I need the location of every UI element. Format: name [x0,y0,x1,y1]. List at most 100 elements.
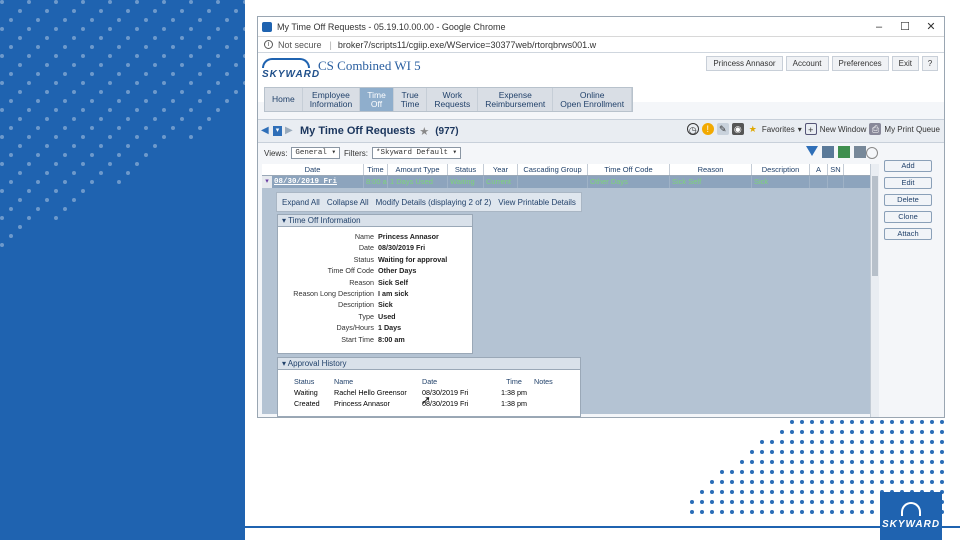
grid-column-header[interactable]: Amount Type [388,164,448,175]
decorative-dot [940,420,944,424]
decorative-dot [27,216,31,220]
favorite-star-icon[interactable]: ★ [419,125,429,138]
decorative-dot [870,440,874,444]
maximize-icon[interactable]: ☐ [892,20,918,33]
decorative-dot [36,126,40,130]
decorative-dot [750,500,754,504]
decorative-dot [720,510,724,514]
approval-history-header[interactable]: ▾ Approval History [278,358,580,370]
modify-details-link[interactable]: Modify Details (displaying 2 of 2) [376,198,492,207]
nav-tab-2[interactable]: Time Off [360,88,394,111]
decorative-dot [830,440,834,444]
account-link[interactable]: Account [785,56,829,71]
nav-tab-5[interactable]: Expense Reimbursement [478,88,554,111]
back-arrow-icon[interactable]: ◀ [261,126,270,136]
nav-tab-4[interactable]: Work Requests [427,88,479,111]
decorative-dot [108,54,112,58]
decorative-dot [153,144,157,148]
grid-column-header[interactable]: Year [484,164,518,175]
nav-tab-1[interactable]: Employee Information [303,88,361,111]
collapse-all-link[interactable]: Collapse All [327,198,369,207]
nav-tab-6[interactable]: Online Open Enrollment [553,88,633,111]
scrollbar-thumb[interactable] [872,176,878,276]
decorative-dot [930,420,934,424]
decorative-dot [930,450,934,454]
view-printable-link[interactable]: View Printable Details [498,198,576,207]
grid-scrollbar[interactable] [870,164,879,417]
attach-button[interactable]: Attach [884,228,932,240]
print-grid-icon[interactable] [854,146,866,158]
decorative-dot [770,500,774,504]
favorites-menu[interactable]: Favorites [762,125,795,134]
approval-column-header: Status [294,377,315,386]
exit-link[interactable]: Exit [891,56,919,71]
grid-column-header[interactable]: A [810,164,828,175]
decorative-dot [36,18,40,22]
menu-arrow-icon[interactable]: ▾ [273,126,282,136]
preferences-link[interactable]: Preferences [831,56,889,71]
alert-icon[interactable]: ! [701,123,714,135]
grid-column-header[interactable]: Time [364,164,388,175]
new-window-icon[interactable]: + [804,123,817,135]
forward-arrow-icon[interactable]: ▶ [285,126,294,136]
grid-column-header[interactable]: Reason [670,164,752,175]
row-expand-icon[interactable]: ▾ [262,176,272,188]
user-name-link[interactable]: Princess Annasor [706,56,783,71]
decorative-dot [126,171,130,175]
views-select[interactable]: General ▾ [291,147,340,159]
grid-column-header[interactable]: Time Off Code [588,164,670,175]
close-icon[interactable]: ✕ [918,20,944,33]
notes-icon[interactable]: ✎ [716,123,729,135]
clone-button[interactable]: Clone [884,211,932,223]
decorative-dot [0,27,4,31]
grid-column-header[interactable]: Status [448,164,484,175]
decorative-dot [90,72,94,76]
print-queue-link[interactable]: My Print Queue [884,125,940,134]
printer-icon[interactable]: ⎙ [869,123,882,135]
grid-column-header[interactable]: SN [828,164,844,175]
chart-icon[interactable] [822,146,834,158]
clock-icon[interactable]: ◷ [686,123,699,135]
info-icon[interactable]: i [264,40,273,49]
nav-tab-3[interactable]: True Time [394,88,428,111]
decorative-dot [820,490,824,494]
address-bar[interactable]: i Not secure | broker7/scripts11/cgiip.e… [258,37,944,53]
decorative-dot [710,500,714,504]
export-icon[interactable] [838,146,850,158]
expand-all-link[interactable]: Expand All [282,198,320,207]
minimize-icon[interactable]: – [866,21,892,33]
grid-column-header[interactable]: Date [262,164,364,175]
grid-column-header[interactable]: Cascading Group [518,164,588,175]
grid-cell[interactable]: 08/30/2019 Fri [272,176,364,188]
decorative-dot [54,216,58,220]
filter-icon[interactable] [806,146,818,156]
decorative-dot [81,54,85,58]
decorative-dot [54,0,58,4]
time-off-information-header[interactable]: ▾ Time Off Information [278,215,472,227]
decorative-dot [810,470,814,474]
table-row[interactable]: ▾08/30/2019 Fri8:00 am1 Days UsedWaiting… [262,176,870,188]
nav-tab-0[interactable]: Home [265,88,303,111]
grid-column-header[interactable]: Description [752,164,810,175]
edit-button[interactable]: Edit [884,177,932,189]
delete-button[interactable]: Delete [884,194,932,206]
decorative-dot [63,126,67,130]
decorative-dot [940,450,944,454]
decorative-dot [72,144,76,148]
decorative-dot [800,440,804,444]
filters-select[interactable]: *Skyward Default ▾ [371,147,462,159]
approval-cell [534,398,574,409]
favorites-star-icon[interactable]: ★ [747,123,759,135]
search-icon[interactable] [866,147,878,159]
favorites-dropdown-icon[interactable]: ▾ [798,125,802,134]
url-text[interactable]: broker7/scripts11/cgiip.exe/WService=303… [338,40,596,50]
new-window-link[interactable]: New Window [820,125,867,134]
add-button[interactable]: Add [884,160,932,172]
decorative-dot [99,90,103,94]
field-value: 8:00 am [378,334,405,344]
camera-icon[interactable]: ◉ [731,123,744,135]
help-button[interactable]: ? [922,56,938,71]
decorative-dot [99,9,103,13]
decorative-dot [930,430,934,434]
decorative-dot [81,108,85,112]
